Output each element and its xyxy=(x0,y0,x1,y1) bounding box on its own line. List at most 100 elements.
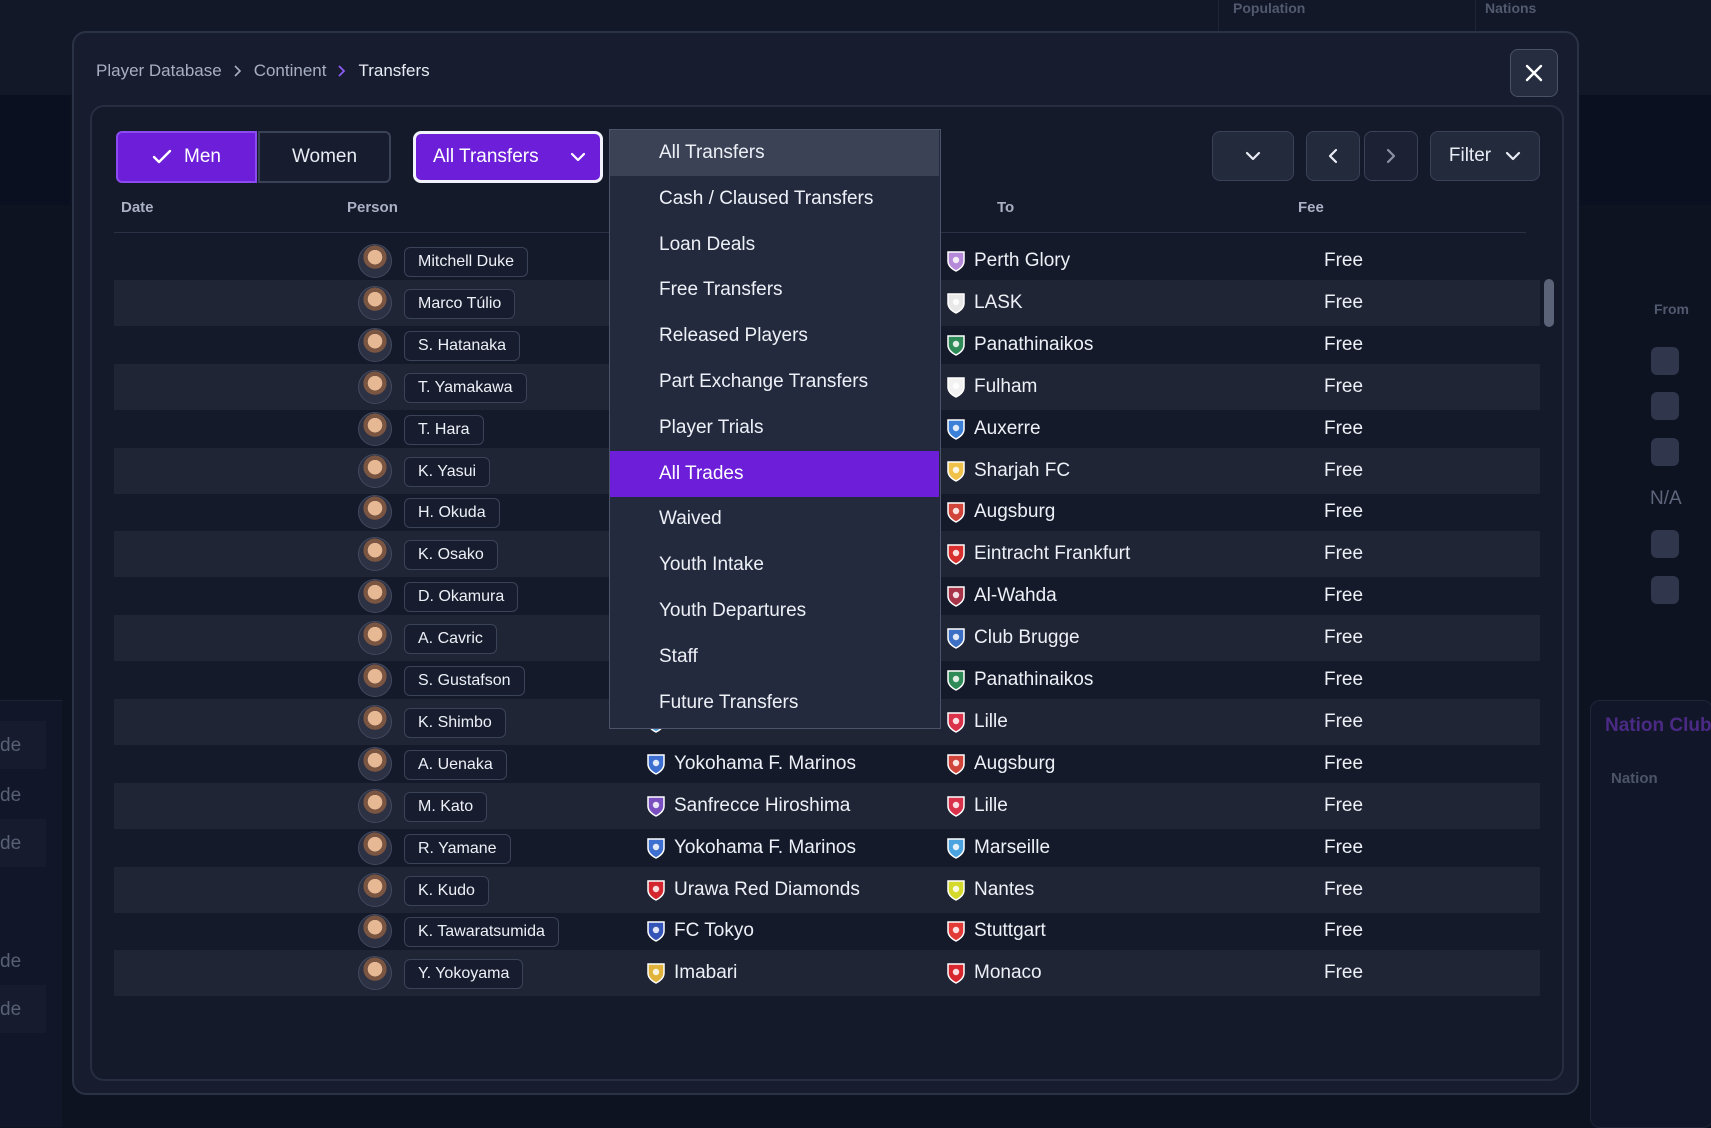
from-club[interactable]: Sanfrecce Hiroshima xyxy=(646,783,850,829)
table-row[interactable]: A. Uenaka Yokohama F. Marinos Augsburg Free xyxy=(114,741,1540,787)
to-club-name: Al-Wahda xyxy=(974,585,1057,606)
to-club[interactable]: LASK xyxy=(946,280,1023,326)
menu-item-waived[interactable]: Waived xyxy=(610,496,939,542)
chevron-down-icon xyxy=(1245,151,1261,161)
from-club[interactable]: Urawa Red Diamonds xyxy=(646,867,860,913)
table-row[interactable]: K. Tawaratsumida FC Tokyo Stuttgart Free xyxy=(114,908,1540,954)
to-club[interactable]: Stuttgart xyxy=(946,908,1046,954)
to-club[interactable]: Panathinaikos xyxy=(946,657,1093,703)
to-club[interactable]: Nantes xyxy=(946,867,1034,913)
menu-item-cash-claused-transfers[interactable]: Cash / Claused Transfers xyxy=(610,176,939,222)
transfer-fee: Free xyxy=(1324,837,1364,858)
player-name[interactable]: K. Tawaratsumida xyxy=(404,917,559,947)
player-name[interactable]: K. Yasui xyxy=(404,457,491,487)
transfer-fee: Free xyxy=(1324,920,1364,941)
table-row[interactable]: M. Kato Sanfrecce Hiroshima Lille Free xyxy=(114,783,1540,829)
menu-item-free-transfers[interactable]: Free Transfers xyxy=(610,267,939,313)
transfer-type-dropdown[interactable]: All Transfers xyxy=(413,131,603,183)
to-club[interactable]: Monaco xyxy=(946,950,1042,996)
to-club[interactable]: Club Brugge xyxy=(946,615,1080,661)
menu-item-all-trades[interactable]: All Trades xyxy=(610,451,939,497)
menu-item-part-exchange-transfers[interactable]: Part Exchange Transfers xyxy=(610,359,939,405)
player-name[interactable]: Y. Yokoyama xyxy=(404,959,524,989)
to-club[interactable]: Perth Glory xyxy=(946,238,1070,284)
menu-item-player-trials[interactable]: Player Trials xyxy=(610,405,939,451)
to-club[interactable]: Al-Wahda xyxy=(946,573,1057,619)
from-club[interactable]: Imabari xyxy=(646,950,737,996)
previous-page-button[interactable] xyxy=(1306,131,1360,181)
to-club[interactable]: Marseille xyxy=(946,825,1050,871)
from-club[interactable]: FC Tokyo xyxy=(646,908,754,954)
table-row[interactable]: K. Kudo Urawa Red Diamonds Nantes Free xyxy=(114,867,1540,913)
breadcrumb-player-database[interactable]: Player Database xyxy=(96,61,222,81)
player-name[interactable]: Mitchell Duke xyxy=(404,247,529,277)
player-name[interactable]: T. Yamakawa xyxy=(404,373,527,403)
player-name[interactable]: T. Hara xyxy=(404,415,484,445)
to-club[interactable]: Panathinaikos xyxy=(946,322,1093,368)
player-avatar xyxy=(358,495,392,529)
bg-left-row-text: de xyxy=(0,785,22,806)
to-club[interactable]: Sharjah FC xyxy=(946,448,1070,494)
breadcrumb-continent[interactable]: Continent xyxy=(254,61,327,81)
menu-item-youth-departures[interactable]: Youth Departures xyxy=(610,588,939,634)
men-toggle-button[interactable]: Men xyxy=(116,131,257,183)
player-name[interactable]: K. Kudo xyxy=(404,876,489,906)
to-club-name: Panathinaikos xyxy=(974,669,1094,690)
player-name[interactable]: S. Gustafson xyxy=(404,666,525,696)
menu-item-youth-intake[interactable]: Youth Intake xyxy=(610,542,939,588)
to-club-name: Perth Glory xyxy=(974,250,1071,271)
column-header-person[interactable]: Person xyxy=(347,199,398,216)
club-crest-icon xyxy=(947,502,965,523)
close-button[interactable] xyxy=(1510,49,1558,97)
view-options-dropdown[interactable] xyxy=(1212,131,1294,181)
column-header-to[interactable]: To xyxy=(997,199,1014,216)
transfer-fee: Free xyxy=(1324,585,1364,606)
from-club[interactable]: Yokohama F. Marinos xyxy=(646,825,856,871)
player-name[interactable]: K. Shimbo xyxy=(404,708,506,738)
player-name[interactable]: Marco Túlio xyxy=(404,289,516,319)
column-header-date[interactable]: Date xyxy=(121,199,154,216)
menu-item-loan-deals[interactable]: Loan Deals xyxy=(610,222,939,268)
club-crest-icon xyxy=(647,754,665,775)
table-row[interactable]: R. Yamane Yokohama F. Marinos Marseille Fre… xyxy=(114,825,1540,871)
menu-item-staff[interactable]: Staff xyxy=(610,634,939,680)
player-name[interactable]: S. Hatanaka xyxy=(404,331,521,361)
to-club[interactable]: Augsburg xyxy=(946,489,1055,535)
player-name[interactable]: R. Yamane xyxy=(404,834,511,864)
to-club-name: Monaco xyxy=(974,962,1042,983)
breadcrumb: Player Database Continent Transfers xyxy=(96,61,430,81)
from-club[interactable]: Yokohama F. Marinos xyxy=(646,741,856,787)
player-name[interactable]: K. Osako xyxy=(404,540,498,570)
table-scrollbar[interactable] xyxy=(1544,279,1554,327)
women-toggle-button[interactable]: Women xyxy=(258,131,391,183)
column-header-fee[interactable]: Fee xyxy=(1298,199,1324,216)
to-club[interactable]: Auxerre xyxy=(946,406,1041,452)
filter-button[interactable]: Filter xyxy=(1430,131,1540,181)
to-club[interactable]: Lille xyxy=(946,783,1008,829)
club-crest-icon xyxy=(947,293,965,314)
table-row[interactable]: Y. Yokoyama Imabari Monaco Free xyxy=(114,950,1540,996)
player-name[interactable]: A. Cavric xyxy=(404,624,497,654)
transfer-fee: Free xyxy=(1324,376,1364,397)
to-club[interactable]: Fulham xyxy=(946,364,1037,410)
next-page-button[interactable] xyxy=(1364,131,1418,181)
to-club[interactable]: Augsburg xyxy=(946,741,1055,787)
menu-item-all-transfers[interactable]: All Transfers xyxy=(610,130,939,176)
to-club[interactable]: Lille xyxy=(946,699,1008,745)
player-name[interactable]: M. Kato xyxy=(404,792,488,822)
club-crest-icon xyxy=(947,796,965,817)
player-name[interactable]: H. Okuda xyxy=(404,498,500,528)
player-name[interactable]: A. Uenaka xyxy=(404,750,507,780)
menu-item-released-players[interactable]: Released Players xyxy=(610,313,939,359)
club-crest-icon xyxy=(947,670,965,691)
transfer-fee: Free xyxy=(1324,418,1364,439)
close-icon xyxy=(1525,64,1543,82)
club-crest-icon xyxy=(647,838,665,859)
club-crest-icon xyxy=(947,754,965,775)
to-club[interactable]: Eintracht Frankfurt xyxy=(946,531,1130,577)
player-avatar xyxy=(358,663,392,697)
men-toggle-label: Men xyxy=(184,146,221,167)
club-crest-icon xyxy=(947,251,965,272)
menu-item-future-transfers[interactable]: Future Transfers xyxy=(610,680,939,726)
player-name[interactable]: D. Okamura xyxy=(404,582,519,612)
